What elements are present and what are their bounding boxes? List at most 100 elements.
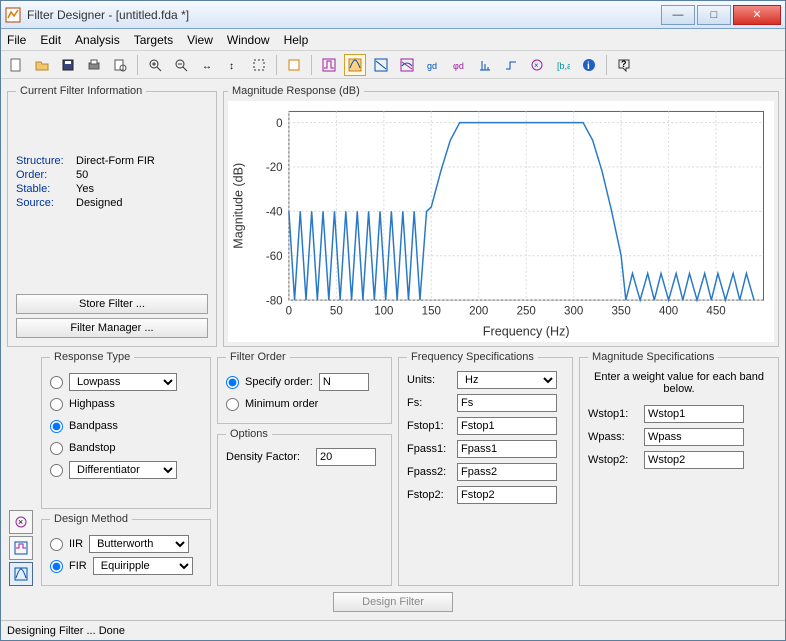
titlebar[interactable]: Filter Designer - [untitled.fda *] — □ ✕: [1, 1, 785, 29]
bandpass-radio[interactable]: [50, 420, 63, 433]
step-response-icon[interactable]: [500, 54, 522, 76]
fir-dropdown[interactable]: Equiripple: [93, 557, 193, 575]
svg-text:-60: -60: [266, 251, 283, 263]
print-icon[interactable]: [83, 54, 105, 76]
app-window: Filter Designer - [untitled.fda *] — □ ✕…: [0, 0, 786, 641]
maximize-button[interactable]: □: [697, 5, 731, 25]
zoom-out-icon[interactable]: [170, 54, 192, 76]
iir-label: IIR: [69, 538, 83, 550]
magnitude-spec-panel: Magnitude Specifications Enter a weight …: [579, 351, 779, 586]
wstop2-input[interactable]: [644, 451, 744, 469]
statusbar: Designing Filter ... Done: [1, 620, 785, 640]
phase-delay-icon[interactable]: φd: [448, 54, 470, 76]
svg-text:300: 300: [564, 306, 583, 318]
bandstop-label: Bandstop: [69, 442, 115, 454]
fs-input[interactable]: [457, 394, 557, 412]
menu-analysis[interactable]: Analysis: [75, 33, 120, 47]
menu-help[interactable]: Help: [284, 33, 309, 47]
iir-dropdown[interactable]: Butterworth: [89, 535, 189, 553]
bandstop-radio[interactable]: [50, 442, 63, 455]
units-label: Units:: [407, 374, 451, 386]
svg-text:↕: ↕: [229, 61, 234, 72]
menu-targets[interactable]: Targets: [134, 33, 173, 47]
mag-phase-icon[interactable]: [396, 54, 418, 76]
fpass2-label: Fpass2:: [407, 466, 451, 478]
svg-text:gd: gd: [427, 61, 437, 71]
magnitude-response-icon[interactable]: [344, 54, 366, 76]
svg-text:Magnitude (dB): Magnitude (dB): [232, 163, 246, 249]
design-panels: Response Type Lowpass Highpass Bandpass …: [41, 351, 779, 586]
structure-label: Structure:: [16, 155, 76, 167]
lowpass-dropdown[interactable]: Lowpass: [69, 373, 177, 391]
wstop1-input[interactable]: [644, 405, 744, 423]
status-text: Designing Filter ... Done: [7, 625, 125, 637]
design-filter-button[interactable]: Design Filter: [333, 592, 453, 612]
fir-radio[interactable]: [50, 560, 63, 573]
zoom-in-icon[interactable]: [144, 54, 166, 76]
minimum-order-label: Minimum order: [245, 398, 318, 410]
freq-spec-legend: Frequency Specifications: [407, 351, 538, 363]
minimize-button[interactable]: —: [661, 5, 695, 25]
specify-order-input[interactable]: [319, 373, 369, 391]
filter-manager-button[interactable]: Filter Manager ...: [16, 318, 208, 338]
iir-radio[interactable]: [50, 538, 63, 551]
menu-file[interactable]: File: [7, 33, 26, 47]
lowpass-radio[interactable]: [50, 376, 63, 389]
magnitude-chart[interactable]: 0501001502002503003504004500-20-40-60-80…: [228, 101, 774, 342]
svg-text:-20: -20: [266, 162, 283, 174]
fstop1-input[interactable]: [457, 417, 557, 435]
filter-specs-icon[interactable]: [318, 54, 340, 76]
fpass1-input[interactable]: [457, 440, 557, 458]
minimum-order-radio[interactable]: [226, 398, 239, 411]
content-area: Current Filter Information Structure:Dir…: [1, 79, 785, 620]
stable-label: Stable:: [16, 183, 76, 195]
restore-view-icon[interactable]: [248, 54, 270, 76]
menu-edit[interactable]: Edit: [40, 33, 61, 47]
print-preview-icon[interactable]: [109, 54, 131, 76]
highpass-radio[interactable]: [50, 398, 63, 411]
specify-order-radio[interactable]: [226, 376, 239, 389]
design-method-legend: Design Method: [50, 513, 132, 525]
svg-text:50: 50: [330, 306, 343, 318]
fir-label: FIR: [69, 560, 87, 572]
svg-text:?: ?: [621, 59, 627, 69]
menu-view[interactable]: View: [187, 33, 213, 47]
sidebar-btn-2[interactable]: [9, 536, 33, 560]
mag-spec-legend: Magnitude Specifications: [588, 351, 718, 363]
filter-info-icon[interactable]: i: [578, 54, 600, 76]
fstop2-label: Fstop2:: [407, 489, 451, 501]
source-label: Source:: [16, 197, 76, 209]
menu-window[interactable]: Window: [227, 33, 270, 47]
differentiator-dropdown[interactable]: Differentiator: [69, 461, 177, 479]
close-button[interactable]: ✕: [733, 5, 781, 25]
highpass-label: Highpass: [69, 398, 115, 410]
fpass2-input[interactable]: [457, 463, 557, 481]
sidebar-btn-3[interactable]: [9, 562, 33, 586]
fstop2-input[interactable]: [457, 486, 557, 504]
sidebar-btn-1[interactable]: ×: [9, 510, 33, 534]
new-icon[interactable]: [5, 54, 27, 76]
wpass-input[interactable]: [644, 428, 744, 446]
group-delay-icon[interactable]: gd: [422, 54, 444, 76]
zoom-y-icon[interactable]: ↕: [222, 54, 244, 76]
svg-text:450: 450: [706, 306, 725, 318]
filter-order-panel: Filter Order Specify order: Minimum orde…: [217, 351, 392, 424]
differentiator-radio[interactable]: [50, 464, 63, 477]
phase-response-icon[interactable]: [370, 54, 392, 76]
zoom-x-icon[interactable]: ↔: [196, 54, 218, 76]
open-icon[interactable]: [31, 54, 53, 76]
impulse-response-icon[interactable]: [474, 54, 496, 76]
units-dropdown[interactable]: Hz: [457, 371, 557, 389]
context-help-icon[interactable]: ?: [613, 54, 635, 76]
structure-value: Direct-Form FIR: [76, 155, 155, 167]
density-input[interactable]: [316, 448, 376, 466]
full-view-icon[interactable]: [283, 54, 305, 76]
design-method-panel: Design Method IIR Butterworth FIR Equiripp…: [41, 513, 211, 586]
svg-text:250: 250: [517, 306, 536, 318]
response-type-legend: Response Type: [50, 351, 134, 363]
pole-zero-icon[interactable]: ×: [526, 54, 548, 76]
filter-coeffs-icon[interactable]: [b,a]: [552, 54, 574, 76]
save-icon[interactable]: [57, 54, 79, 76]
store-filter-button[interactable]: Store Filter ...: [16, 294, 208, 314]
svg-text:0: 0: [286, 306, 292, 318]
